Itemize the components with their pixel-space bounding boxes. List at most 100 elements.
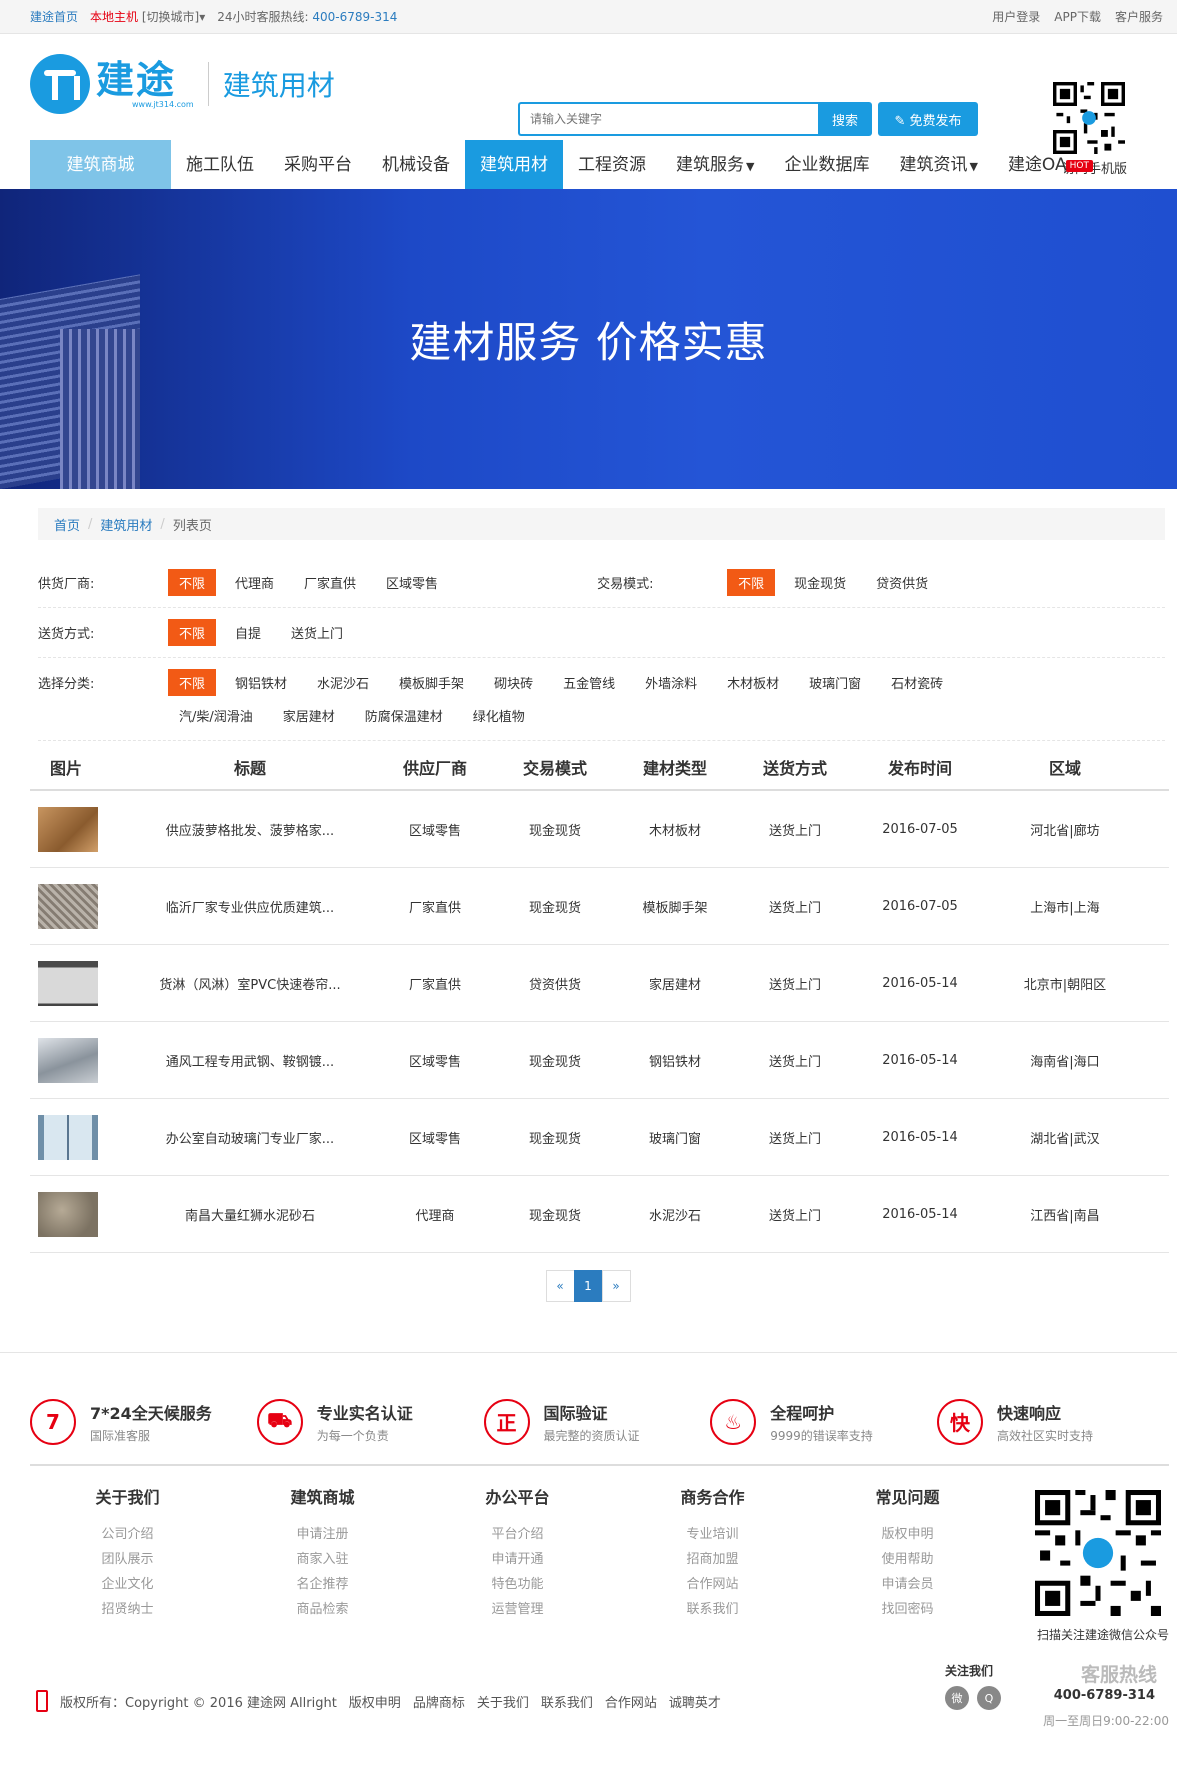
filter-option[interactable]: 玻璃门窗 [798,669,872,696]
product-title-link[interactable]: 货淋（风淋）室PVC快速卷帘... [140,974,360,993]
nav-item-mall[interactable]: 建筑商城 [30,140,171,190]
filter-option[interactable]: 不限 [727,569,776,596]
bottom-link[interactable]: 版权申明 [349,1692,401,1711]
filter-option[interactable]: 不限 [168,619,217,646]
filter-option[interactable]: 送货上门 [280,619,354,646]
product-thumbnail[interactable] [38,1037,98,1083]
footer-link[interactable]: 名企推荐 [225,1572,420,1597]
next-page-button[interactable]: » [601,1270,631,1302]
nav-item-procurement[interactable]: 采购平台 [269,140,367,190]
footer-link[interactable]: 平台介绍 [420,1522,615,1547]
table-row[interactable]: 临沂厂家专业供应优质建筑... 厂家直供 现金现货 模板脚手架 送货上门 201… [30,868,1169,945]
footer-link[interactable]: 企业文化 [30,1572,225,1597]
footer-link[interactable]: 团队展示 [30,1547,225,1572]
footer-link[interactable]: 公司介绍 [30,1522,225,1547]
footer-link[interactable]: 特色功能 [420,1572,615,1597]
filter-option[interactable]: 不限 [168,569,217,596]
footer-link[interactable]: 商品检索 [225,1597,420,1622]
footer-link[interactable]: 版权申明 [810,1522,1005,1547]
qq-icon[interactable]: Q [977,1686,1001,1710]
table-row[interactable]: 货淋（风淋）室PVC快速卷帘... 厂家直供 贷资供货 家居建材 送货上门 20… [30,945,1169,1022]
filter-option[interactable]: 厂家直供 [293,569,367,596]
filter-option[interactable]: 钢铝铁材 [224,669,298,696]
filter-option[interactable]: 防腐保温建材 [354,702,454,729]
filter-option[interactable]: 贷资供货 [865,569,939,596]
product-title-link[interactable]: 南昌大量红狮水泥砂石 [140,1205,360,1224]
filter-label-supplier: 供货厂商: [38,577,95,592]
footer-link[interactable]: 申请开通 [420,1547,615,1572]
filter-option[interactable]: 木材板材 [716,669,790,696]
footer-link[interactable]: 专业培训 [615,1522,810,1547]
product-thumbnail[interactable] [38,883,98,929]
nav-item-machinery[interactable]: 机械设备 [367,140,465,190]
filter-option[interactable]: 水泥沙石 [306,669,380,696]
breadcrumb-section[interactable]: 建筑用材 [100,515,152,534]
bottom-link[interactable]: 联系我们 [541,1692,593,1711]
product-thumbnail[interactable] [38,960,98,1006]
nav-item-resources[interactable]: 工程资源 [563,140,661,190]
product-title-link[interactable]: 办公室自动玻璃门专业厂家... [140,1128,360,1147]
city-selector[interactable]: 本地主机 [切换城市]▾ [90,8,205,25]
product-thumbnail[interactable] [38,1191,98,1237]
breadcrumb-separator: / [160,516,165,532]
bottom-link[interactable]: 品牌商标 [413,1692,465,1711]
nav-item-construction-team[interactable]: 施工队伍 [171,140,269,190]
footer-link[interactable]: 联系我们 [615,1597,810,1622]
breadcrumb-home[interactable]: 首页 [54,515,80,534]
home-link[interactable]: 建途首页 [30,8,78,25]
filter-option[interactable]: 家居建材 [272,702,346,729]
customer-service-link[interactable]: 客户服务 [1115,8,1163,25]
free-publish-button[interactable]: ✎ 免费发布 [878,102,978,136]
footer-link[interactable]: 使用帮助 [810,1547,1005,1572]
bottom-link[interactable]: 合作网站 [605,1692,657,1711]
table-row[interactable]: 南昌大量红狮水泥砂石 代理商 现金现货 水泥沙石 送货上门 2016-05-14… [30,1176,1169,1253]
app-download-link[interactable]: APP下载 [1054,8,1101,25]
login-link[interactable]: 用户登录 [992,8,1040,25]
table-row[interactable]: 办公室自动玻璃门专业厂家... 区域零售 现金现货 玻璃门窗 送货上门 2016… [30,1099,1169,1176]
filter-option[interactable]: 五金管线 [552,669,626,696]
service-subtitle: 高效社区实时支持 [997,1428,1094,1443]
filter-option[interactable]: 汽/柴/润滑油 [168,702,264,729]
filter-option[interactable]: 砌块砖 [483,669,544,696]
search-input[interactable] [518,102,818,136]
filter-option[interactable]: 不限 [168,669,217,696]
footer-link[interactable]: 申请注册 [225,1522,420,1547]
footer-link[interactable]: 招贤纳士 [30,1597,225,1622]
nav-item-news[interactable]: 建筑资讯 ▼ [884,140,992,190]
page-button[interactable]: 1 [573,1270,603,1302]
product-title-link[interactable]: 通风工程专用武钢、鞍钢镀... [140,1051,360,1070]
table-row[interactable]: 通风工程专用武钢、鞍钢镀... 区域零售 现金现货 钢铝铁材 送货上门 2016… [30,1022,1169,1099]
switch-city-link[interactable]: [切换城市]▾ [142,10,205,24]
footer-link[interactable]: 申请会员 [810,1572,1005,1597]
logo-divider [207,62,209,106]
footer-link[interactable]: 找回密码 [810,1597,1005,1622]
filter-option[interactable]: 石材瓷砖 [880,669,954,696]
filter-option[interactable]: 现金现货 [783,569,857,596]
filter-option[interactable]: 外墙涂料 [634,669,708,696]
footer-link[interactable]: 商家入驻 [225,1547,420,1572]
footer-link[interactable]: 合作网站 [615,1572,810,1597]
weibo-icon[interactable]: 微 [945,1686,969,1710]
nav-item-services[interactable]: 建筑服务 ▼ [661,140,769,190]
filter-option[interactable]: 绿化植物 [462,702,536,729]
table-row[interactable]: 供应菠萝格批发、菠萝格家... 区域零售 现金现货 木材板材 送货上门 2016… [30,791,1169,868]
bottom-link[interactable]: 诚聘英才 [669,1692,721,1711]
product-thumbnail[interactable] [38,806,98,852]
footer-link[interactable]: 招商加盟 [615,1547,810,1572]
nav-item-oa[interactable]: 建途OA [993,140,1082,190]
product-thumbnail[interactable] [38,1114,98,1160]
nav-item-database[interactable]: 企业数据库 [769,140,884,190]
product-title-link[interactable]: 供应菠萝格批发、菠萝格家... [140,820,360,839]
filter-option[interactable]: 区域零售 [375,569,449,596]
site-logo[interactable]: 建途 www.jt314.com 建筑用材 [30,54,335,114]
filter-option[interactable]: 模板脚手架 [388,669,475,696]
search-button[interactable]: 搜索 [818,102,872,136]
product-title-link[interactable]: 临沂厂家专业供应优质建筑... [140,897,360,916]
filter-option[interactable]: 代理商 [224,569,285,596]
bottom-link[interactable]: 关于我们 [477,1692,529,1711]
truck-icon: ⛟ [256,1398,303,1445]
footer-link[interactable]: 运营管理 [420,1597,615,1622]
filter-option[interactable]: 自提 [224,619,272,646]
nav-item-materials[interactable]: 建筑用材 [465,140,563,190]
prev-page-button[interactable]: « [545,1270,575,1302]
